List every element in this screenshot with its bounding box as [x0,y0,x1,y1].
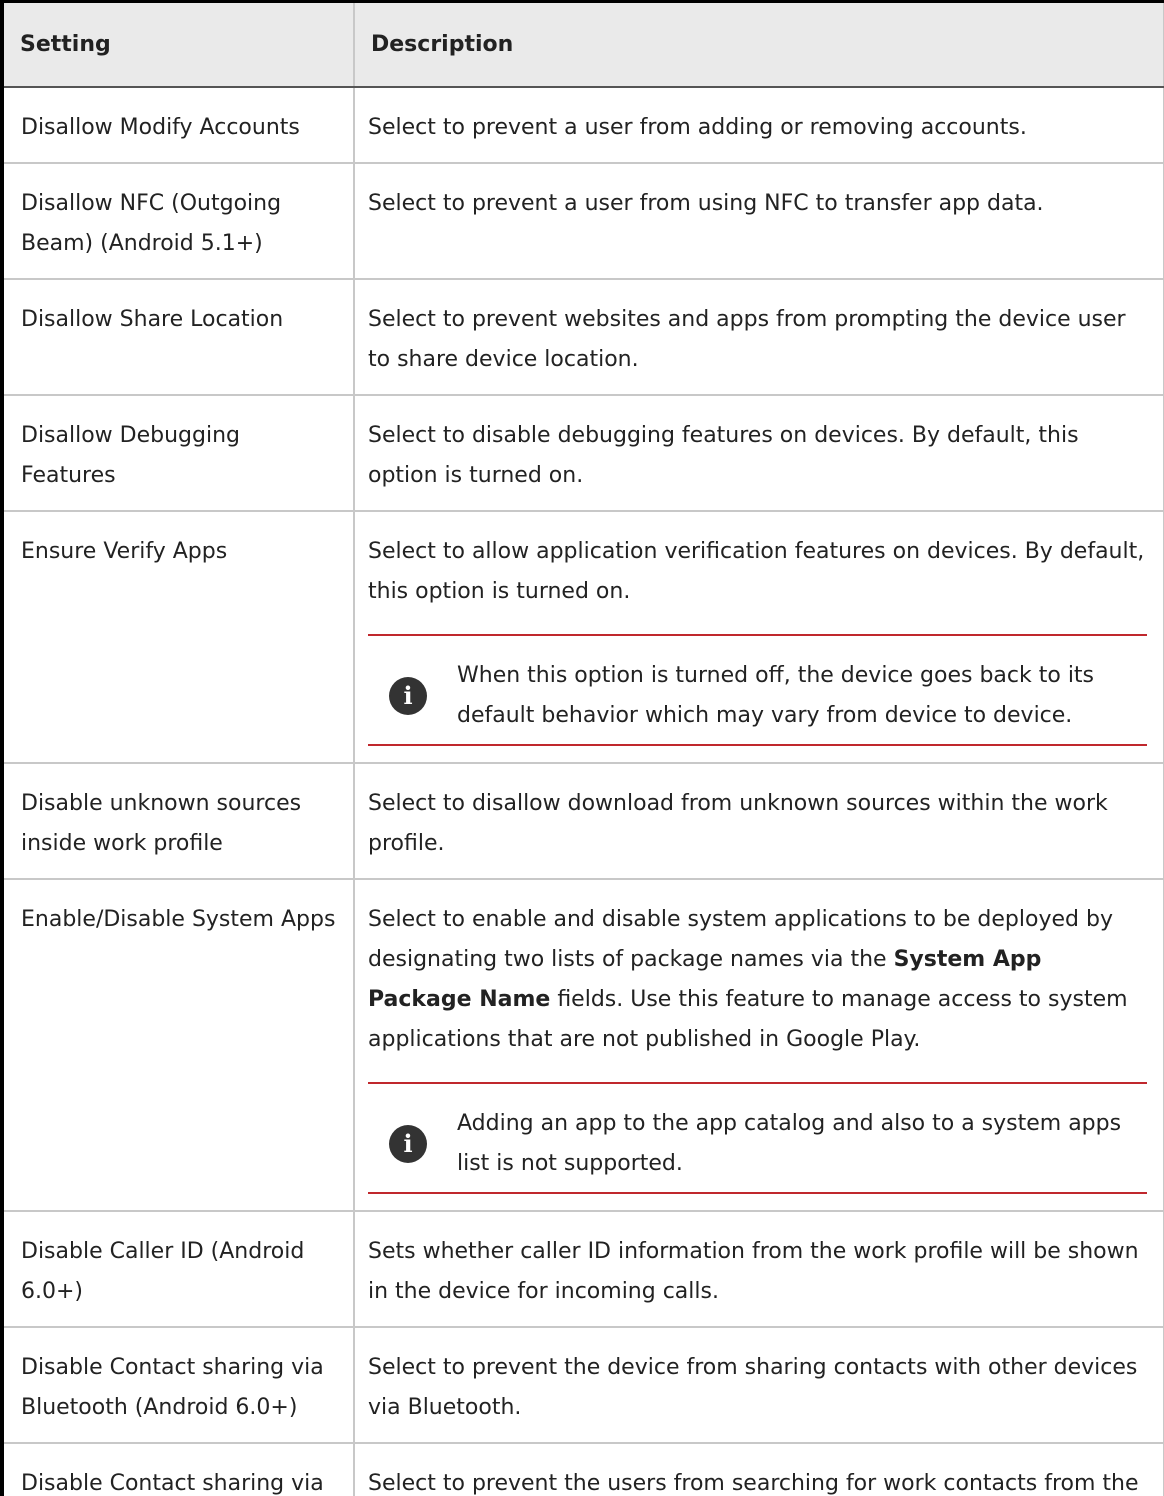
description-cell: Select to prevent the device from sharin… [354,1327,1164,1444]
table-row: Enable/Disable System Apps Select to ena… [4,879,1164,1212]
description-cell: Select to prevent websites and apps from… [354,279,1164,396]
setting-cell: Disallow NFC (Outgoing Beam) (Android 5.… [4,163,355,280]
note-text: Adding an app to the app catalog and als… [457,1111,1122,1176]
table-row: Disable Contact sharing via Search (Andr… [4,1443,1164,1496]
document-page: Setting Description Disallow Modify Acco… [0,0,1164,1496]
table-header-row: Setting Description [4,3,1164,88]
info-icon: i [389,1125,427,1163]
table-row: Ensure Verify Apps Select to allow appli… [4,511,1164,764]
table-row: Disallow Share Location Select to preven… [4,279,1164,396]
table-row: Disable unknown sources inside work prof… [4,763,1164,880]
setting-cell: Disallow Debugging Features [4,395,355,512]
description-cell: Select to prevent the users from searchi… [354,1443,1164,1496]
description-cell: Select to prevent a user from using NFC … [354,163,1164,280]
description-cell: Select to disable debugging features on … [354,395,1164,512]
setting-cell: Disable Contact sharing via Search (Andr… [4,1443,355,1496]
description-text: Select to allow application verification… [368,539,1145,604]
description-cell: Select to disallow download from unknown… [354,763,1164,880]
table-row: Disable Contact sharing via Bluetooth (A… [4,1327,1164,1444]
table-row: Disable Caller ID (Android 6.0+) Sets wh… [4,1211,1164,1328]
note-text: When this option is turned off, the devi… [457,663,1095,728]
table-row: Disallow Debugging Features Select to di… [4,395,1164,512]
header-description: Description [354,3,1164,88]
note-callout: i Adding an app to the app catalog and a… [368,1082,1147,1194]
setting-cell: Disable Caller ID (Android 6.0+) [4,1211,355,1328]
setting-cell: Disallow Modify Accounts [4,87,355,164]
note-callout: i When this option is turned off, the de… [368,634,1147,746]
header-setting: Setting [4,3,355,88]
table-row: Disallow NFC (Outgoing Beam) (Android 5.… [4,163,1164,280]
info-icon: i [389,677,427,715]
description-cell: Select to prevent a user from adding or … [354,87,1164,164]
setting-cell: Disable Contact sharing via Bluetooth (A… [4,1327,355,1444]
description-cell: Select to allow application verification… [354,511,1164,764]
settings-table: Setting Description Disallow Modify Acco… [4,3,1164,1496]
setting-cell: Ensure Verify Apps [4,511,355,764]
description-cell: Select to enable and disable system appl… [354,879,1164,1212]
description-cell: Sets whether caller ID information from … [354,1211,1164,1328]
table-row: Disallow Modify Accounts Select to preve… [4,87,1164,164]
setting-cell: Enable/Disable System Apps [4,879,355,1212]
description-text: Select to enable and disable system appl… [368,900,1147,1060]
setting-cell: Disable unknown sources inside work prof… [4,763,355,880]
setting-cell: Disallow Share Location [4,279,355,396]
